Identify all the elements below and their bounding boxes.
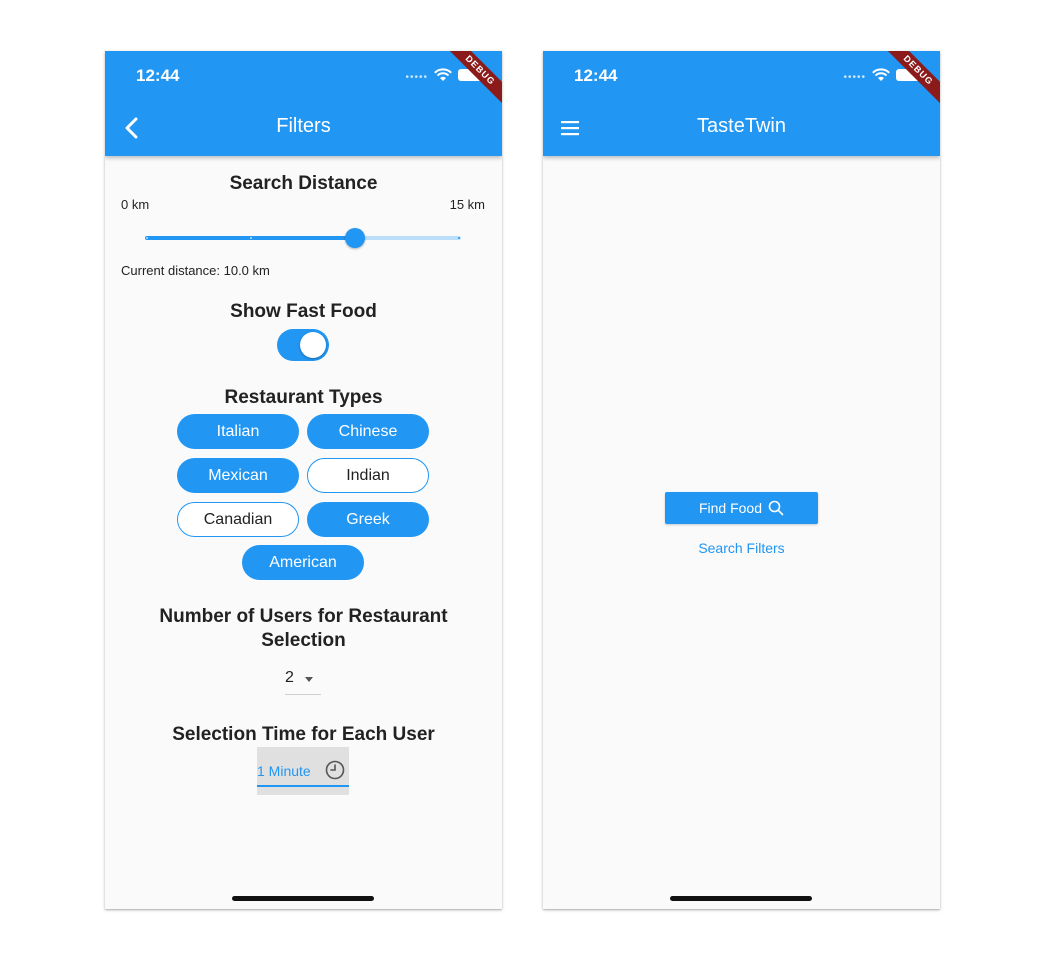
app-bar: 12:44 ••••• DEBUG Filters [105, 51, 502, 156]
users-heading-line1: Number of Users for Restaurant [159, 606, 448, 627]
wifi-icon [434, 68, 452, 81]
selection-time-heading: Selection Time for Each User [172, 724, 435, 745]
field-underline [257, 785, 349, 787]
fast-food-toggle[interactable] [277, 329, 329, 361]
wifi-icon [872, 68, 890, 81]
signal-dots-icon: ••••• [843, 71, 866, 83]
clock-icon [325, 760, 345, 780]
current-distance-text: Current distance: 10.0 km [121, 263, 270, 278]
status-time: 12:44 [574, 66, 618, 85]
signal-dots-icon: ••••• [405, 71, 428, 83]
search-icon [768, 500, 784, 516]
users-dropdown-value: 2 [285, 669, 294, 686]
users-dropdown[interactable]: 2 [285, 666, 321, 695]
slider-tick [146, 237, 148, 239]
slider-tick [250, 237, 252, 239]
slider-thumb[interactable] [345, 228, 365, 248]
toggle-knob [300, 332, 326, 358]
find-food-button[interactable]: Find Food [665, 492, 818, 524]
app-title: TasteTwin [697, 115, 786, 137]
chip-american[interactable]: American [242, 545, 364, 580]
distance-max-label: 15 km [449, 197, 485, 212]
page-title: Filters [276, 115, 331, 137]
chip-greek[interactable]: Greek [307, 502, 429, 537]
chip-chinese[interactable]: Chinese [307, 414, 429, 449]
fast-food-heading: Show Fast Food [230, 301, 377, 322]
home-indicator [670, 896, 812, 901]
home-indicator [232, 896, 374, 901]
chip-canadian[interactable]: Canadian [177, 502, 299, 537]
users-heading-line2: Selection [261, 630, 346, 651]
selection-time-field[interactable]: 1 Minute [257, 747, 349, 795]
caret-down-icon [305, 677, 313, 682]
chip-italian[interactable]: Italian [177, 414, 299, 449]
chip-mexican[interactable]: Mexican [177, 458, 299, 493]
app-bar: 12:44 ••••• DEBUG TasteTwin [543, 51, 940, 156]
search-distance-heading: Search Distance [229, 173, 378, 194]
search-filters-link[interactable]: Search Filters [543, 540, 940, 556]
status-time: 12:44 [136, 66, 180, 85]
slider-track-inactive [355, 236, 461, 240]
selection-time-value: 1 Minute [257, 763, 311, 779]
distance-min-label: 0 km [121, 197, 150, 212]
chip-indian[interactable]: Indian [307, 458, 429, 493]
slider-tick [458, 237, 460, 239]
filters-screen: 12:44 ••••• DEBUG Filters Search Distanc… [105, 51, 502, 909]
restaurant-types-heading: Restaurant Types [224, 387, 383, 408]
find-food-label: Find Food [698, 500, 763, 516]
home-screen: 12:44 ••••• DEBUG TasteTwin Find Food Se… [543, 51, 940, 909]
